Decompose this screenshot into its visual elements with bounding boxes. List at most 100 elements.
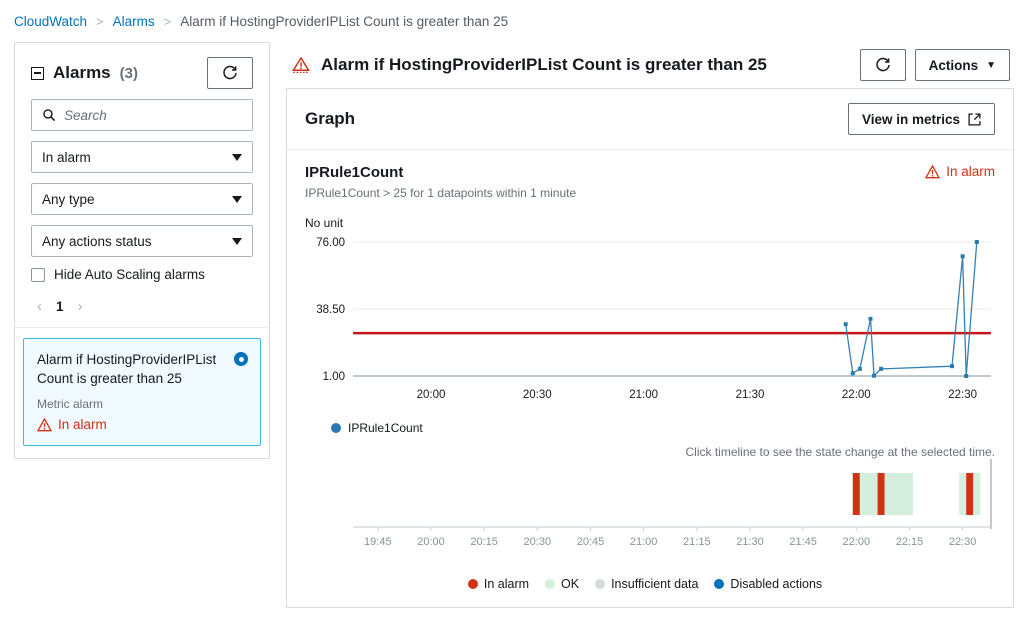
metric-chart-svg[interactable]: 1.00 38.50 76.00 20:00 20:30 21:00 21:30 22:00 2… <box>305 234 995 409</box>
timeline-legend-label-2: Insufficient data <box>611 577 699 591</box>
timeline-legend: In alarm OK Insufficient data Disabled a… <box>305 577 995 591</box>
timeline-legend-ok: OK <box>545 577 579 591</box>
timeline-legend-label-1: OK <box>561 577 580 591</box>
view-in-metrics-label: View in metrics <box>861 111 960 127</box>
sidebar-refresh-button[interactable] <box>207 57 253 89</box>
state-filter-value: In alarm <box>42 149 91 165</box>
collapse-icon[interactable] <box>31 66 44 80</box>
main-content: Alarm if HostingProviderIPList Count is … <box>286 42 1014 608</box>
metric-chart[interactable]: 1.00 38.50 76.00 20:00 20:30 21:00 21:30 22:00 2… <box>305 234 995 414</box>
svg-text:21:30: 21:30 <box>736 536 764 548</box>
type-filter-select[interactable]: Any type <box>31 183 253 215</box>
warning-triangle-icon <box>37 417 52 431</box>
svg-text:20:00: 20:00 <box>417 389 446 401</box>
state-filter-select[interactable]: In alarm <box>31 141 253 173</box>
graph-state-badge: In alarm <box>925 164 995 179</box>
svg-text:21:30: 21:30 <box>736 389 765 401</box>
timeline-hint: Click timeline to see the state change a… <box>685 445 996 459</box>
breadcrumb-separator: > <box>96 13 104 29</box>
actions-status-filter-value: Any actions status <box>42 233 152 249</box>
chevron-down-icon <box>232 237 242 245</box>
legend-swatch-ok <box>545 579 556 589</box>
breadcrumb-item-alarms[interactable]: Alarms <box>113 14 155 29</box>
timeline-legend-disabled: Disabled actions <box>714 577 822 591</box>
chevron-down-icon: ▼ <box>986 59 996 71</box>
actions-button-label: Actions <box>928 57 979 73</box>
pagination-page-1[interactable]: 1 <box>56 299 64 314</box>
breadcrumb-item-current: Alarm if HostingProviderIPList Count is … <box>180 13 509 29</box>
svg-text:21:00: 21:00 <box>630 536 658 548</box>
svg-text:19:45: 19:45 <box>364 536 392 548</box>
refresh-icon <box>223 65 237 80</box>
external-link-icon <box>968 112 981 126</box>
search-icon <box>43 109 56 122</box>
graph-panel-title: Graph <box>305 109 356 128</box>
graph-panel: Graph View in metrics IPRule1Count IPRul… <box>286 88 1014 608</box>
alarm-list-item-radio[interactable] <box>234 352 248 366</box>
actions-button[interactable]: Actions ▼ <box>914 49 1010 81</box>
chart-legend: IPRule1Count <box>331 421 995 435</box>
series-color-swatch <box>331 423 341 433</box>
svg-text:20:00: 20:00 <box>417 536 445 548</box>
sidebar-title-label: Alarms <box>53 63 111 82</box>
pagination-prev[interactable]: ‹ <box>37 298 42 315</box>
breadcrumb-item-cloudwatch[interactable]: CloudWatch <box>14 14 87 29</box>
hide-autoscaling-row[interactable]: Hide Auto Scaling alarms <box>31 267 253 282</box>
svg-text:22:30: 22:30 <box>949 536 977 548</box>
alarm-list-item-name: Alarm if HostingProviderIPList Count is … <box>37 352 217 386</box>
hide-autoscaling-label: Hide Auto Scaling alarms <box>54 267 205 282</box>
sidebar-divider <box>15 327 269 328</box>
svg-text:22:00: 22:00 <box>842 389 871 401</box>
type-filter-value: Any type <box>42 191 95 207</box>
svg-text:20:15: 20:15 <box>470 536 498 548</box>
hide-autoscaling-checkbox[interactable] <box>31 267 45 282</box>
state-timeline[interactable]: 19:45 20:00 20:15 20:30 20:45 21:00 21:15 21:30… <box>305 459 995 564</box>
actions-status-filter-select[interactable]: Any actions status <box>31 225 253 257</box>
graph-condition: IPRule1Count > 25 for 1 datapoints withi… <box>305 186 577 200</box>
graph-metric-name: IPRule1Count <box>305 164 404 181</box>
warning-triangle-icon <box>292 56 310 73</box>
legend-swatch-insufficient <box>595 579 606 589</box>
view-in-metrics-button[interactable]: View in metrics <box>847 103 995 135</box>
alarm-list-item-state-label: In alarm <box>58 417 107 432</box>
graph-metric-header: IPRule1Count IPRule1Count > 25 for 1 dat… <box>305 164 995 200</box>
timeline-legend-label-0: In alarm <box>483 577 530 591</box>
svg-text:20:45: 20:45 <box>577 536 605 548</box>
alarms-sidebar: Alarms (3) Search In alarm Any type Any … <box>14 42 270 459</box>
refresh-button[interactable] <box>859 49 906 81</box>
sidebar-filters: Search In alarm Any type Any actions sta… <box>15 99 269 327</box>
page-header-left: Alarm if HostingProviderIPList Count is … <box>292 55 767 75</box>
sidebar-header: Alarms (3) <box>15 43 269 99</box>
timeline-legend-in-alarm: In alarm <box>467 577 530 591</box>
alarm-list-item-state: In alarm <box>37 417 248 432</box>
page-header: Alarm if HostingProviderIPList Count is … <box>286 42 1014 88</box>
svg-text:22:30: 22:30 <box>948 389 977 401</box>
search-placeholder: Search <box>64 107 107 123</box>
legend-swatch-disabled <box>714 579 725 589</box>
timeline-legend-label-3: Disabled actions <box>730 577 823 591</box>
graph-unit-label: No unit <box>305 216 344 230</box>
legend-swatch-in-alarm <box>467 579 478 589</box>
sidebar-alarm-count: (3) <box>119 64 138 82</box>
svg-text:20:30: 20:30 <box>523 389 552 401</box>
page-title: Alarm if HostingProviderIPList Count is … <box>321 55 767 74</box>
alarm-list-item-type: Metric alarm <box>37 397 104 411</box>
page-header-actions: Actions ▼ <box>859 49 1010 81</box>
svg-text:22:00: 22:00 <box>843 536 871 548</box>
breadcrumb: CloudWatch > Alarms > Alarm if HostingPr… <box>0 0 1024 42</box>
pagination-next[interactable]: › <box>78 298 83 315</box>
sidebar-title: Alarms (3) <box>31 63 138 83</box>
svg-text:76.00: 76.00 <box>316 237 345 249</box>
search-input[interactable]: Search <box>31 99 253 131</box>
state-timeline-svg[interactable]: 19:45 20:00 20:15 20:30 20:45 21:00 21:15 21:30… <box>305 459 995 559</box>
alarm-list-item[interactable]: Alarm if HostingProviderIPList Count is … <box>23 338 261 446</box>
svg-text:22:15: 22:15 <box>896 536 924 548</box>
chart-legend-label: IPRule1Count <box>348 421 423 435</box>
svg-text:21:45: 21:45 <box>789 536 817 548</box>
graph-panel-header: Graph View in metrics <box>287 89 1013 150</box>
graph-body: IPRule1Count IPRule1Count > 25 for 1 dat… <box>287 150 1013 607</box>
warning-triangle-icon <box>925 164 941 178</box>
timeline-legend-insufficient: Insufficient data <box>595 577 698 591</box>
refresh-icon <box>875 57 890 72</box>
chevron-down-icon <box>232 153 242 161</box>
